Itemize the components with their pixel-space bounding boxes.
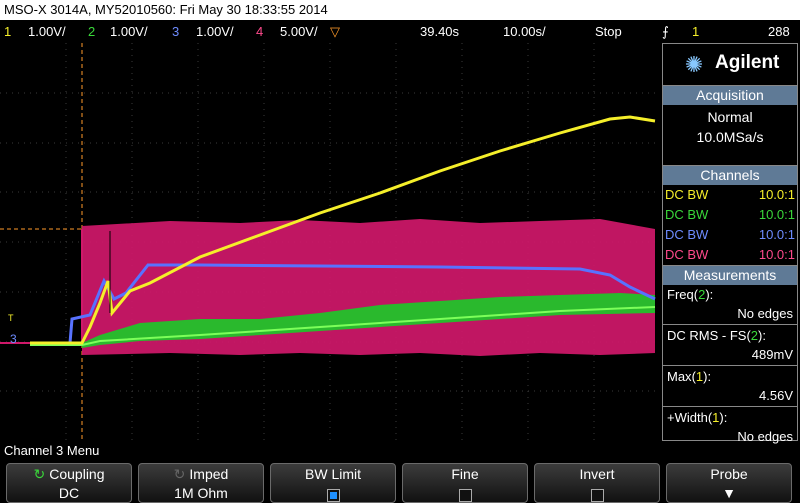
softkey-bw-limit[interactable]: BW Limit	[270, 463, 396, 503]
brand-logo: Agilent	[715, 52, 780, 73]
channel-row-3: DC BW 10.0:1	[663, 225, 797, 245]
channels-panel: Channels DC BW 10.0:1 DC BW 10.0:1 DC BW 10…	[662, 165, 798, 267]
fine-label: Fine	[451, 466, 479, 482]
trigger-level-marker: T	[8, 313, 14, 323]
channel-3-probe: 10.0:1	[758, 227, 795, 242]
softkey-coupling[interactable]: ↻ Coupling DC	[6, 463, 132, 503]
delay-value[interactable]: 39.40s	[420, 21, 459, 43]
ch4-baseline	[0, 229, 83, 344]
probe-label: Probe	[710, 466, 748, 482]
bw-limit-checkbox[interactable]	[326, 488, 340, 502]
softkey-probe[interactable]: Probe ▼	[666, 463, 792, 503]
measurement-2-value: 489mV	[751, 347, 793, 362]
measurements-panel: Measurements Freq(2): No edges DC RMS - …	[662, 265, 798, 444]
ch4-number[interactable]: 4	[256, 21, 263, 43]
fine-checkbox[interactable]	[458, 488, 472, 502]
ch4-scale[interactable]: 5.00V/	[280, 21, 318, 43]
trigger-channel: 1	[692, 24, 700, 39]
trigger-edge-icon: ⨍	[662, 24, 669, 39]
channel-3-mode: DC BW	[665, 227, 709, 242]
acquisition-header: Acquisition	[663, 86, 797, 105]
brand-panel: ✺ Agilent	[662, 43, 798, 87]
divider	[663, 365, 797, 366]
acquisition-rate: 10.0MSa/s	[696, 129, 764, 145]
measurement-1-label: Freq(2):	[667, 287, 714, 302]
ch2-number[interactable]: 2	[88, 21, 95, 43]
submenu-arrow-icon: ▼	[722, 485, 736, 501]
ch1-scale[interactable]: 1.00V/	[28, 21, 66, 43]
impedance-value: 1M Ohm	[174, 485, 228, 501]
measurement-4-name: +Width	[667, 410, 708, 425]
agilent-spark-icon: ✺	[684, 52, 704, 77]
channel-row-1: DC BW 10.0:1	[663, 185, 797, 205]
invert-checkbox[interactable]	[590, 488, 604, 502]
run-state: Stop	[595, 24, 622, 39]
measurements-header: Measurements	[663, 266, 797, 285]
invert-label: Invert	[579, 466, 615, 482]
entry-knob-icon: ↻	[173, 466, 186, 482]
measurement-1-source: 2	[698, 287, 706, 302]
divider	[663, 324, 797, 325]
ch1-number[interactable]: 1	[4, 21, 11, 43]
menu-title: Channel 3 Menu	[4, 443, 100, 458]
measurement-4-label: +Width(1):	[667, 410, 728, 425]
channel-4-probe: 10.0:1	[758, 247, 795, 262]
waveform-svg: T 3	[0, 43, 660, 441]
acquisition-panel: Acquisition Normal 10.0MSa/s	[662, 85, 798, 167]
channel-row-2: DC BW 10.0:1	[663, 205, 797, 225]
softkey-invert[interactable]: Invert	[534, 463, 660, 503]
measurement-2-source: 2	[750, 328, 759, 343]
coupling-value: DC	[58, 485, 80, 501]
window-title: MSO-X 3014A, MY52010560: Fri May 30 18:3…	[0, 0, 800, 20]
softkey-impedance[interactable]: ↻ Imped 1M Ohm	[138, 463, 264, 503]
channel-1-mode: DC BW	[665, 187, 709, 202]
measurement-2-label: DC RMS - FS(2):	[667, 328, 766, 343]
softkey-fine[interactable]: Fine	[402, 463, 528, 503]
measurement-3-value: 4.56V	[759, 388, 793, 403]
impedance-label: Imped	[189, 466, 229, 482]
trigger-level[interactable]: 288	[768, 21, 790, 43]
divider	[663, 406, 797, 407]
timebase-value[interactable]: 10.00s/	[503, 21, 546, 43]
status-bar: 1 1.00V/ 2 1.00V/ 3 1.00V/ 4 5.00V/ ▽ 39…	[0, 21, 800, 43]
channel-1-probe: 10.0:1	[758, 187, 795, 202]
coupling-label: Coupling	[49, 466, 105, 482]
measurement-1-name: Freq	[667, 287, 694, 302]
measurement-1-value: No edges	[737, 306, 793, 321]
channels-header: Channels	[663, 166, 797, 185]
bw-limit-label: BW Limit	[305, 466, 361, 482]
channel-2-probe: 10.0:1	[758, 207, 795, 222]
waveform-display[interactable]: T 3	[0, 43, 660, 441]
measurement-3-source: 1	[695, 369, 704, 384]
acquisition-mode: Normal	[707, 109, 753, 125]
ch3-ground-marker: 3	[10, 332, 17, 346]
channel-row-4: DC BW 10.0:1	[663, 245, 797, 265]
ch3-scale[interactable]: 1.00V/	[196, 21, 234, 43]
info-sidebar: ✺ Agilent Acquisition Normal 10.0MSa/s C…	[660, 43, 800, 444]
measurement-3-label: Max(1):	[667, 369, 712, 384]
measurement-4-value: No edges	[737, 429, 793, 444]
ch2-scale[interactable]: 1.00V/	[110, 21, 148, 43]
measurement-2-name: DC RMS - FS	[667, 328, 747, 343]
ch3-number[interactable]: 3	[172, 21, 179, 43]
channel-4-mode: DC BW	[665, 247, 709, 262]
softkey-bar: ↻ Coupling DC ↻ Imped 1M Ohm BW Limit Fine…	[0, 461, 800, 503]
measurement-3-name: Max	[667, 369, 692, 384]
trigger-marker-icon: ▽	[330, 24, 340, 39]
measurement-4-source: 1	[712, 410, 720, 425]
entry-knob-icon: ↻	[33, 466, 46, 482]
channel-2-mode: DC BW	[665, 207, 709, 222]
